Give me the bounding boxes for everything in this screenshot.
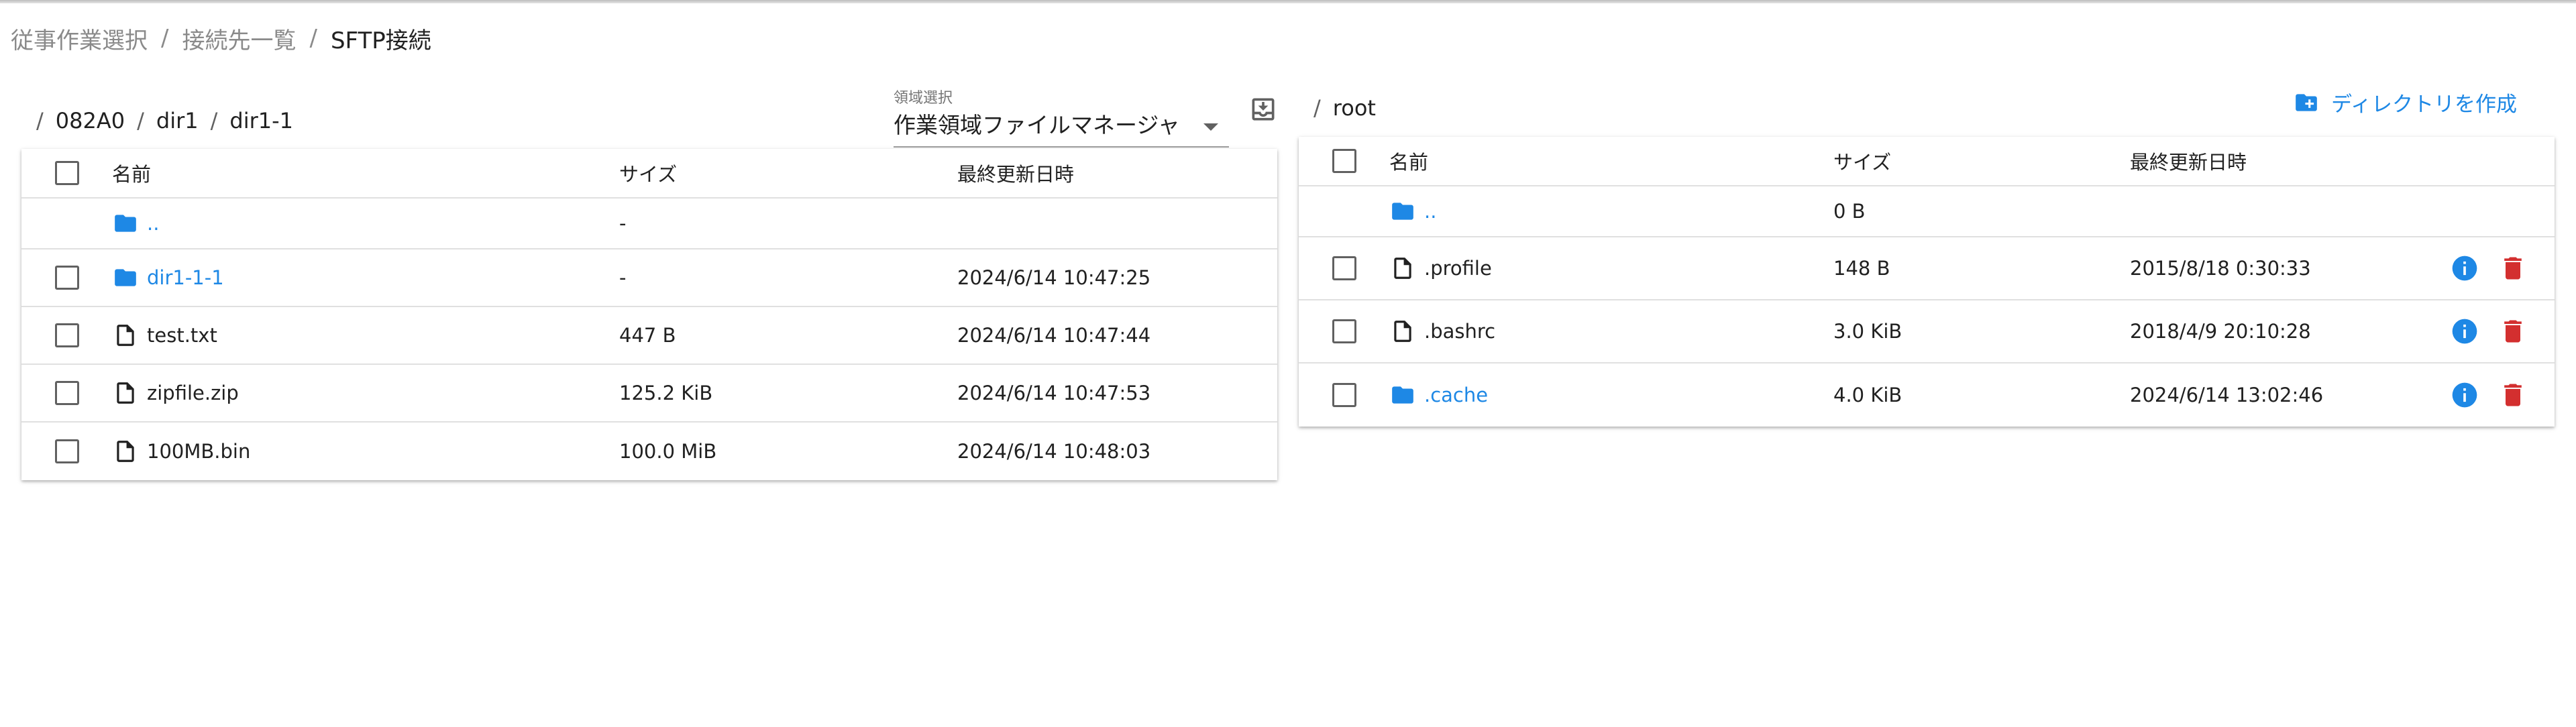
breadcrumb-sftp: SFTP接続	[330, 27, 431, 54]
table-row[interactable]: test.txt 447 B 2024/6/14 10:47:44	[21, 307, 1277, 365]
path-segment[interactable]: 082A0	[56, 108, 125, 133]
file-icon	[112, 380, 139, 406]
folder-icon	[112, 264, 139, 291]
table-header: 名前 サイズ 最終更新日時	[21, 149, 1277, 199]
row-checkbox[interactable]	[1332, 256, 1356, 280]
chevron-down-icon	[1203, 123, 1218, 131]
file-modified: 2024/6/14 10:47:25	[957, 266, 1151, 289]
file-modified: 2024/6/14 10:47:44	[957, 324, 1151, 347]
table-row[interactable]: dir1-1-1 - 2024/6/14 10:47:25	[21, 249, 1277, 307]
file-icon	[1389, 318, 1416, 345]
path-separator: /	[137, 108, 144, 133]
info-icon	[2452, 319, 2477, 344]
breadcrumb-separator: /	[309, 25, 317, 52]
column-name[interactable]: 名前	[1389, 147, 1833, 175]
path-segment[interactable]: root	[1333, 95, 1376, 121]
table-row[interactable]: .profile 148 B 2015/8/18 0:30:33	[1299, 237, 2555, 300]
area-select[interactable]: 領域選択 作業領域ファイルマネージャ	[873, 80, 1229, 148]
select-all-checkbox[interactable]	[1332, 149, 1356, 173]
table-row[interactable]: 100MB.bin 100.0 MiB 2024/6/14 10:48:03	[21, 423, 1277, 480]
file-size: 125.2 KiB	[619, 382, 713, 404]
breadcrumb: 従事作業選択 / 接続先一覧 / SFTP接続	[11, 21, 431, 55]
file-name[interactable]: ..	[1424, 200, 1436, 223]
left-path-breadcrumb: / 082A0 / dir1 / dir1-1	[36, 104, 293, 137]
file-size: 3.0 KiB	[1833, 320, 1902, 343]
file-icon	[1389, 255, 1416, 282]
right-file-table: 名前 サイズ 最終更新日時 .. 0 B .profile 148 B 2015…	[1299, 137, 2555, 427]
file-size: 100.0 MiB	[619, 440, 717, 463]
download-button[interactable]	[1246, 93, 1280, 126]
info-icon	[2452, 382, 2477, 408]
create-folder-icon	[2296, 93, 2317, 111]
file-size: 0 B	[1833, 200, 1866, 223]
delete-button[interactable]	[2498, 380, 2528, 410]
path-segment[interactable]: dir1-1	[229, 108, 293, 133]
info-button[interactable]	[2450, 254, 2479, 283]
area-select-label: 領域選択	[894, 90, 953, 107]
path-separator: /	[210, 108, 218, 133]
file-size: 148 B	[1833, 257, 1890, 280]
file-name[interactable]: dir1-1-1	[147, 266, 224, 289]
info-icon	[2452, 256, 2477, 281]
column-name[interactable]: 名前	[112, 159, 619, 187]
file-icon	[112, 322, 139, 349]
info-button[interactable]	[2450, 380, 2479, 410]
table-header: 名前 サイズ 最終更新日時	[1299, 137, 2555, 186]
delete-button[interactable]	[2498, 317, 2528, 346]
file-size: -	[619, 266, 627, 289]
breadcrumb-task-select[interactable]: 従事作業選択	[11, 22, 148, 55]
left-file-table: 名前 サイズ 最終更新日時 .. - dir1-1-1 - 2024/6/14 …	[21, 149, 1277, 480]
file-name[interactable]: zipfile.zip	[147, 382, 239, 404]
file-name[interactable]: .profile	[1424, 257, 1492, 280]
file-name[interactable]: .cache	[1424, 384, 1488, 406]
file-modified: 2024/6/14 10:47:53	[957, 382, 1151, 404]
file-size: -	[619, 212, 627, 235]
row-checkbox[interactable]	[1332, 319, 1356, 343]
folder-icon	[1389, 382, 1416, 408]
file-name[interactable]: ..	[147, 212, 159, 235]
path-segment[interactable]: dir1	[156, 108, 199, 133]
column-size[interactable]: サイズ	[1833, 147, 2130, 175]
file-modified: 2024/6/14 10:48:03	[957, 440, 1151, 463]
delete-icon	[2504, 320, 2522, 343]
file-icon	[112, 438, 139, 465]
column-size[interactable]: サイズ	[619, 159, 957, 187]
file-name[interactable]: test.txt	[147, 324, 217, 347]
folder-icon	[112, 210, 139, 237]
column-modified[interactable]: 最終更新日時	[957, 159, 1277, 187]
path-separator: /	[1313, 95, 1321, 121]
create-directory-button[interactable]: ディレクトリを作成	[2294, 87, 2517, 117]
area-select-value: 作業領域ファイルマネージャ	[894, 112, 1180, 138]
row-checkbox[interactable]	[54, 439, 79, 463]
folder-icon	[1389, 198, 1416, 225]
file-name[interactable]: .bashrc	[1424, 320, 1495, 343]
row-checkbox[interactable]	[54, 266, 79, 290]
select-all-checkbox[interactable]	[54, 161, 79, 185]
table-row[interactable]: .. 0 B	[1299, 186, 2555, 237]
row-checkbox[interactable]	[54, 323, 79, 347]
breadcrumb-separator: /	[161, 25, 169, 52]
row-checkbox[interactable]	[54, 381, 79, 405]
top-shadow	[0, 0, 2576, 3]
table-row[interactable]: zipfile.zip 125.2 KiB 2024/6/14 10:47:53	[21, 365, 1277, 423]
path-separator: /	[36, 108, 44, 133]
right-path-breadcrumb: / root	[1313, 91, 1376, 125]
file-name[interactable]: 100MB.bin	[147, 440, 250, 463]
row-checkbox[interactable]	[1332, 383, 1356, 407]
select-underline	[894, 146, 1229, 148]
table-row[interactable]: .. -	[21, 199, 1277, 249]
delete-icon	[2504, 257, 2522, 280]
table-row[interactable]: .bashrc 3.0 KiB 2018/4/9 20:10:28	[1299, 300, 2555, 364]
delete-button[interactable]	[2498, 254, 2528, 283]
file-size: 4.0 KiB	[1833, 384, 1902, 406]
table-row[interactable]: .cache 4.0 KiB 2024/6/14 13:02:46	[1299, 364, 2555, 427]
delete-icon	[2504, 384, 2522, 406]
breadcrumb-connection-list[interactable]: 接続先一覧	[182, 22, 296, 55]
create-directory-label: ディレクトリを作成	[2331, 93, 2517, 117]
info-button[interactable]	[2450, 317, 2479, 346]
file-size: 447 B	[619, 324, 676, 347]
column-modified[interactable]: 最終更新日時	[2130, 147, 2555, 175]
download-icon	[1252, 98, 1275, 121]
